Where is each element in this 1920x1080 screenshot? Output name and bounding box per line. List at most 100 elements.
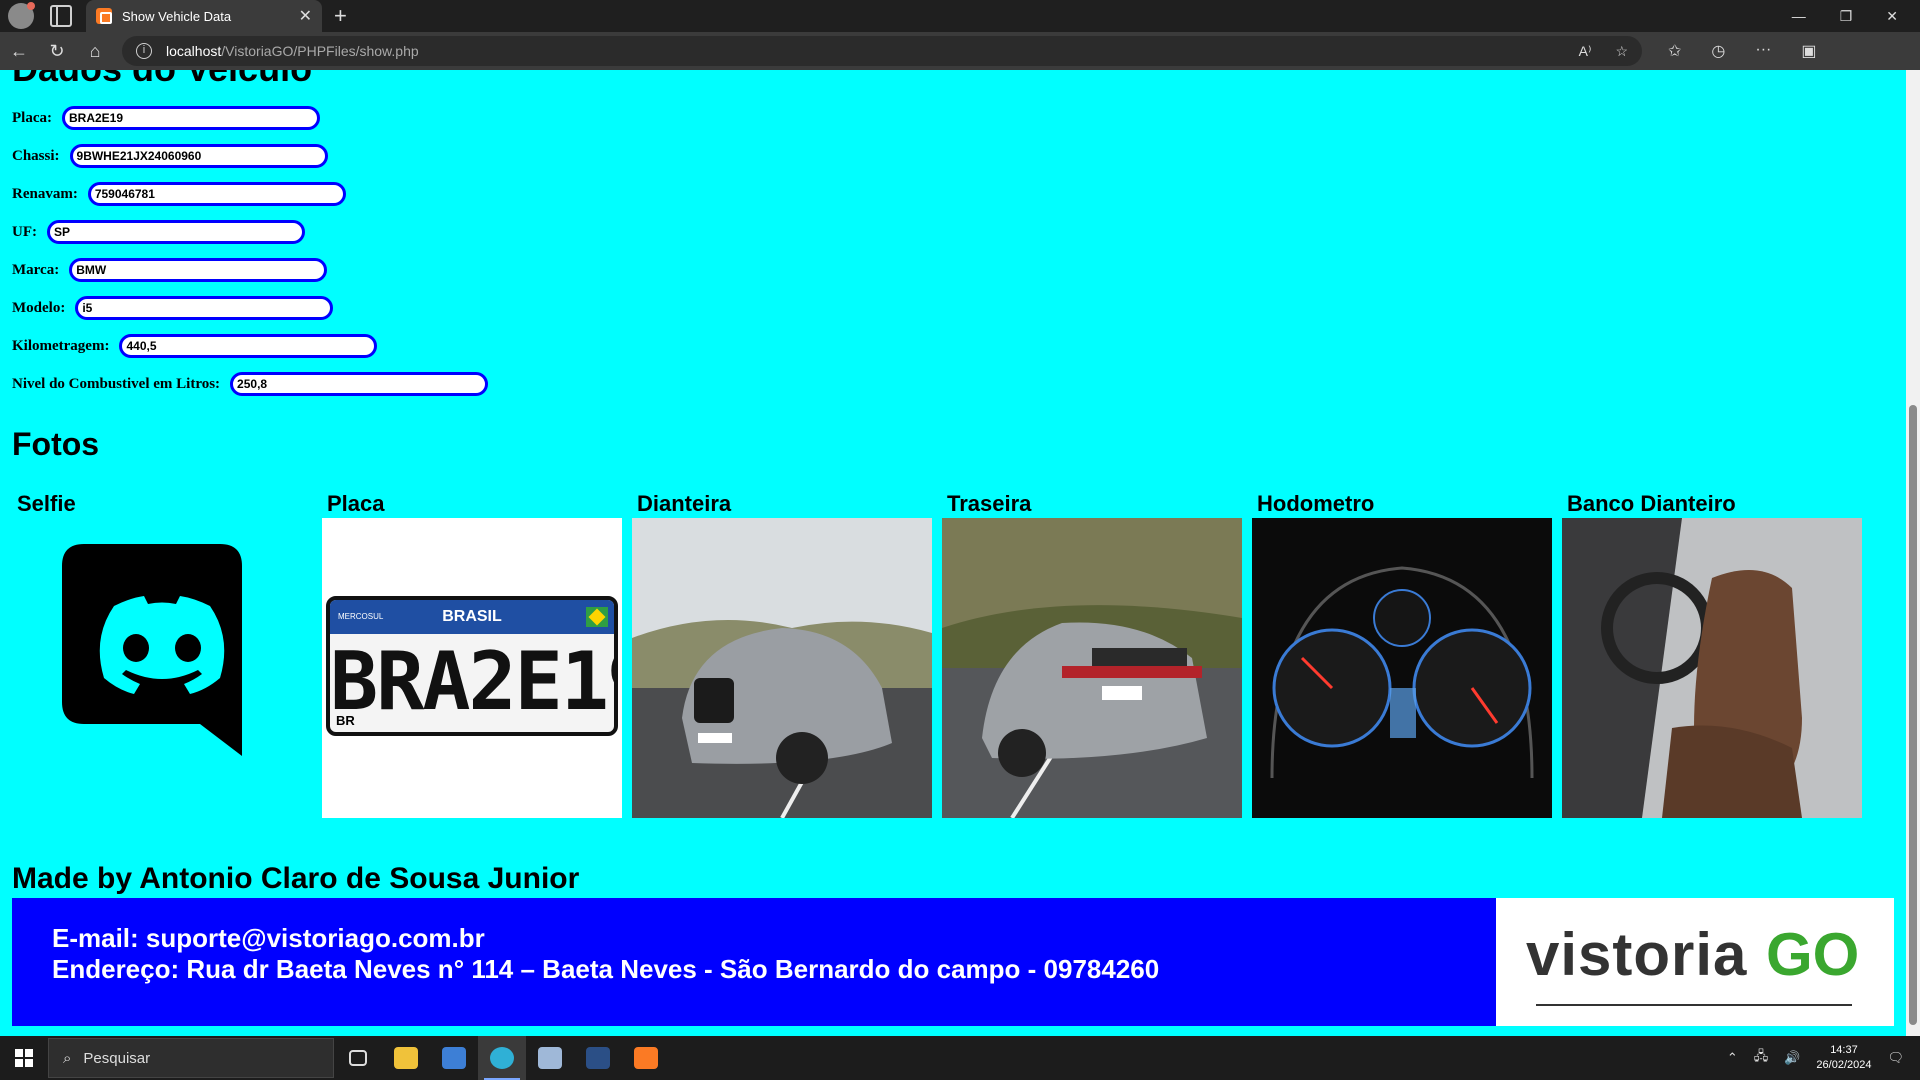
plate-header: MERCOSUL BRASIL xyxy=(330,600,614,634)
browser-toolbar: ✩ ◷ ··· ▣ xyxy=(1668,41,1816,61)
app-icon[interactable] xyxy=(430,1036,478,1080)
scrollbar-thumb[interactable] xyxy=(1909,405,1917,1025)
photo-label: Hodometro xyxy=(1257,491,1375,516)
logo-text: vistoria xyxy=(1526,921,1748,988)
plate-image: MERCOSUL BRASIL BRA2E19 BR xyxy=(322,518,622,818)
network-icon[interactable]: 🖧 xyxy=(1754,1047,1769,1069)
photo-traseira: Traseira xyxy=(942,491,1242,818)
refresh-icon[interactable]: ↻ xyxy=(38,41,76,62)
address-bar[interactable]: i localhost /VistoriaGO/PHPFiles/show.ph… xyxy=(122,36,1642,66)
vscode-icon[interactable] xyxy=(574,1036,622,1080)
restore-icon[interactable]: ❐ xyxy=(1840,8,1853,25)
field-renavam: Renavam: xyxy=(12,182,346,206)
renavam-input[interactable] xyxy=(87,182,346,206)
field-label: Modelo: xyxy=(12,299,66,316)
photo-placa: Placa MERCOSUL BRASIL BRA2E19 BR xyxy=(322,491,622,818)
vistoria-go-logo: vistoria GO xyxy=(1496,898,1894,1026)
field-label: UF: xyxy=(12,223,37,240)
xampp-favicon-icon xyxy=(96,8,112,24)
favorite-star-icon[interactable]: ☆ xyxy=(1615,43,1628,60)
browser-tab-active[interactable]: Show Vehicle Data ✕ xyxy=(86,0,322,32)
history-icon[interactable]: ◷ xyxy=(1711,41,1725,61)
vehicle-data-heading: Dados do Veículo xyxy=(12,70,312,90)
photo-dianteira: Dianteira xyxy=(632,491,932,818)
photo-label: Dianteira xyxy=(637,491,732,516)
read-aloud-icon[interactable]: A⁾ xyxy=(1579,43,1592,60)
favorites-icon[interactable]: ✩ xyxy=(1668,41,1681,61)
combustivel-input[interactable] xyxy=(230,372,489,396)
discord-logo-icon xyxy=(62,544,242,756)
tab-actions-icon[interactable] xyxy=(50,5,72,27)
minimize-icon[interactable]: — xyxy=(1792,8,1806,25)
search-placeholder: Pesquisar xyxy=(83,1049,151,1067)
field-placa: Placa: xyxy=(12,106,320,130)
xampp-icon[interactable] xyxy=(622,1036,670,1080)
volume-icon[interactable]: 🔊 xyxy=(1784,1050,1800,1066)
photo-label: Placa xyxy=(327,491,385,516)
windows-logo-icon xyxy=(15,1049,33,1067)
footer-email: E-mail: suporte@vistoriago.com.br xyxy=(52,923,485,953)
clock[interactable]: 14:37 26/02/2024 xyxy=(1816,1043,1871,1073)
brazil-flag-icon xyxy=(586,607,608,627)
clock-date: 26/02/2024 xyxy=(1816,1059,1872,1071)
fotos-heading: Fotos xyxy=(12,426,100,462)
close-window-icon[interactable]: ✕ xyxy=(1886,8,1898,25)
placa-input[interactable] xyxy=(61,106,320,130)
marca-input[interactable] xyxy=(69,258,328,282)
page-viewport: Dados do Veículo Placa: Chassi: Renavam:… xyxy=(0,70,1920,1036)
uf-input[interactable] xyxy=(47,220,305,244)
task-view-icon[interactable] xyxy=(334,1036,382,1080)
file-explorer-icon[interactable] xyxy=(382,1036,430,1080)
plate-number: BRA2E19 xyxy=(330,635,614,728)
field-label: Kilometragem: xyxy=(12,337,110,354)
field-label: Renavam: xyxy=(12,185,78,202)
system-tray: ⌃ 🖧 🔊 14:37 26/02/2024 🗨 xyxy=(1727,1043,1904,1073)
made-by-text: Made by Antonio Claro de Sousa Junior xyxy=(12,862,580,895)
plate-region: MERCOSUL xyxy=(338,612,384,621)
field-label: Placa: xyxy=(12,109,52,126)
photo-label: Traseira xyxy=(947,491,1032,516)
sidebar-toggle-icon[interactable]: ▣ xyxy=(1801,41,1816,61)
plate-country: BRASIL xyxy=(442,608,502,625)
modelo-input[interactable] xyxy=(75,296,334,320)
new-tab-icon[interactable]: + xyxy=(334,3,347,29)
address-bar-actions: A⁾ ☆ xyxy=(1579,43,1628,60)
browser-navbar: ← ↻ ⌂ i localhost /VistoriaGO/PHPFiles/s… xyxy=(0,32,1920,70)
logo-underline xyxy=(1536,1004,1852,1006)
field-chassi: Chassi: xyxy=(12,144,328,168)
url-path: /VistoriaGO/PHPFiles/show.php xyxy=(221,43,419,59)
tab-title: Show Vehicle Data xyxy=(122,8,232,24)
taskbar-search[interactable]: ⌕ Pesquisar xyxy=(48,1038,334,1078)
notifications-icon[interactable]: 🗨 xyxy=(1887,1050,1904,1066)
photo-banco-dianteiro: Banco Dianteiro xyxy=(1562,491,1862,818)
odometer-image xyxy=(1252,518,1552,818)
profile-avatar[interactable] xyxy=(8,2,35,29)
start-button[interactable] xyxy=(0,1036,48,1080)
close-tab-icon[interactable]: ✕ xyxy=(299,6,312,26)
field-label: Nivel do Combustivel em Litros: xyxy=(12,375,221,392)
photo-selfie: Selfie xyxy=(12,491,312,818)
kilometragem-input[interactable] xyxy=(119,334,378,358)
clock-time: 14:37 xyxy=(1830,1044,1858,1056)
rear-car-image xyxy=(942,518,1242,818)
field-combustivel: Nivel do Combustivel em Litros: xyxy=(12,372,489,396)
field-label: Marca: xyxy=(12,261,60,278)
edge-browser-icon[interactable] xyxy=(478,1036,526,1080)
field-uf: UF: xyxy=(12,220,305,244)
back-icon[interactable]: ← xyxy=(0,41,38,62)
windows-taskbar: ⌕ Pesquisar ⌃ 🖧 🔊 14:37 26/02/2024 🗨 xyxy=(0,1036,1920,1080)
field-modelo: Modelo: xyxy=(12,296,334,320)
site-info-icon[interactable]: i xyxy=(136,43,152,59)
more-menu-icon[interactable]: ··· xyxy=(1755,41,1771,61)
photo-label: Banco Dianteiro xyxy=(1567,491,1736,516)
photo-label: Selfie xyxy=(17,491,76,516)
browser-tabstrip: Show Vehicle Data ✕ + — ❐ ✕ xyxy=(0,0,1920,32)
selfie-image xyxy=(12,518,312,818)
home-icon[interactable]: ⌂ xyxy=(76,41,114,62)
field-label: Chassi: xyxy=(12,147,60,164)
front-car-image xyxy=(632,518,932,818)
virtualbox-icon[interactable] xyxy=(526,1036,574,1080)
chassi-input[interactable] xyxy=(69,144,328,168)
footer-address: Endereço: Rua dr Baeta Neves n° 114 – Ba… xyxy=(52,954,1160,984)
show-hidden-icons-icon[interactable]: ⌃ xyxy=(1727,1050,1738,1066)
